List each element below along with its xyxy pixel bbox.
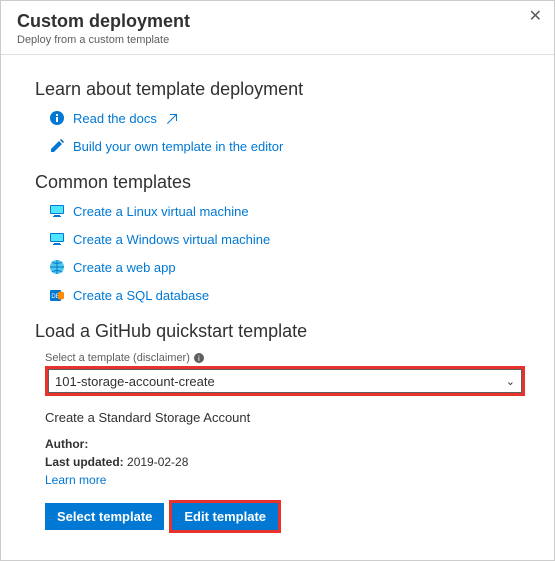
link-web-app[interactable]: Create a web app [49, 259, 520, 275]
template-select[interactable]: 101-storage-account-create ⌄ [48, 369, 522, 393]
link-web-app-text[interactable]: Create a web app [73, 260, 176, 275]
db-icon: DB [49, 287, 65, 303]
panel-header: Custom deployment Deploy from a custom t… [1, 1, 554, 55]
link-sql-db-text[interactable]: Create a SQL database [73, 288, 209, 303]
link-linux-vm-text[interactable]: Create a Linux virtual machine [73, 204, 249, 219]
section-github-title: Load a GitHub quickstart template [35, 321, 520, 342]
author-label: Author: [45, 437, 88, 451]
monitor-icon [49, 203, 65, 219]
custom-deployment-panel: Custom deployment Deploy from a custom t… [0, 0, 555, 561]
link-read-docs[interactable]: Read the docs [49, 110, 520, 126]
external-link-icon [165, 111, 177, 126]
chevron-down-icon: ⌄ [506, 375, 515, 388]
section-learn-title: Learn about template deployment [35, 79, 520, 100]
template-select-value: 101-storage-account-create [55, 374, 215, 389]
panel-title: Custom deployment [17, 11, 538, 32]
close-icon[interactable]: ✕ [529, 9, 542, 25]
tooltip-icon[interactable]: i [194, 353, 204, 363]
globe-icon [49, 259, 65, 275]
panel-subtitle: Deploy from a custom template [17, 34, 538, 46]
link-sql-db[interactable]: DB Create a SQL database [49, 287, 520, 303]
template-description: Create a Standard Storage Account [45, 410, 520, 425]
link-windows-vm[interactable]: Create a Windows virtual machine [49, 231, 520, 247]
template-meta: Author: Last updated: 2019-02-28 [45, 435, 520, 471]
pencil-icon [49, 138, 65, 154]
select-template-label-text: Select a template (disclaimer) [45, 352, 190, 364]
link-linux-vm[interactable]: Create a Linux virtual machine [49, 203, 520, 219]
updated-label: Last updated: [45, 455, 124, 469]
updated-value: 2019-02-28 [127, 455, 188, 469]
monitor-icon [49, 231, 65, 247]
select-template-label: Select a template (disclaimer) i [45, 352, 520, 364]
button-row: Select template Edit template [45, 503, 520, 530]
edit-template-button[interactable]: Edit template [172, 503, 278, 530]
link-windows-vm-text[interactable]: Create a Windows virtual machine [73, 232, 270, 247]
link-read-docs-text[interactable]: Read the docs [73, 111, 157, 126]
info-icon [49, 110, 65, 126]
template-select-highlight: 101-storage-account-create ⌄ [45, 366, 525, 396]
section-common-title: Common templates [35, 172, 520, 193]
learn-more-link[interactable]: Learn more [45, 473, 106, 487]
panel-body: Learn about template deployment Read the… [1, 55, 554, 540]
link-build-own[interactable]: Build your own template in the editor [49, 138, 520, 154]
link-build-own-text[interactable]: Build your own template in the editor [73, 139, 283, 154]
select-template-button[interactable]: Select template [45, 503, 164, 530]
